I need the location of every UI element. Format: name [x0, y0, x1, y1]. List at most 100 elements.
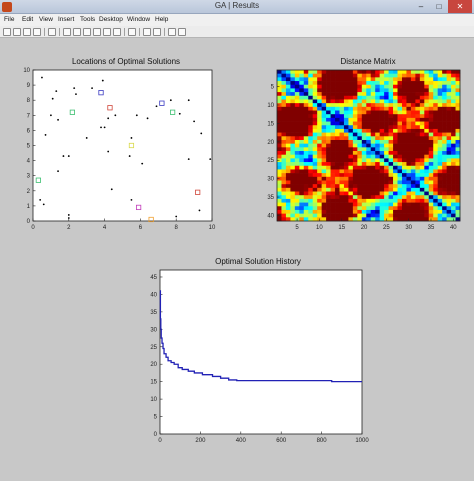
heatmap-cell — [384, 95, 389, 100]
menu-insert[interactable]: Insert — [58, 16, 74, 23]
zoom-in-icon[interactable] — [63, 28, 71, 36]
heatmap-cell — [294, 209, 300, 214]
menu-window[interactable]: Window — [127, 16, 150, 23]
heatmap-cell — [379, 209, 385, 214]
heatmap-cell — [299, 206, 305, 211]
legend-icon[interactable] — [153, 28, 161, 36]
zoom-out-icon[interactable] — [73, 28, 81, 36]
heatmap-cell — [277, 77, 282, 82]
heatmap-cell — [424, 206, 430, 211]
heatmap-cell — [285, 81, 291, 86]
history-x-tick-label: 1000 — [355, 438, 369, 444]
brush-icon[interactable] — [113, 28, 121, 36]
heatmap-cell — [379, 202, 385, 207]
heatmap-cell — [343, 121, 349, 126]
print-icon[interactable] — [33, 28, 41, 36]
heatmap-cell — [375, 209, 380, 214]
history-axes[interactable]: Optimal Solution History 0 200 400 600 800 10… — [150, 257, 369, 444]
save-icon[interactable] — [23, 28, 31, 36]
heatmap-cell — [393, 158, 398, 163]
heatmap-cell — [410, 162, 416, 167]
heatmap-cell — [321, 173, 327, 178]
heatmap-cell — [415, 162, 421, 167]
menu-desktop[interactable]: Desktop — [99, 16, 123, 23]
maximize-button[interactable]: □ — [430, 0, 448, 13]
scatter-point — [200, 132, 203, 135]
menu-file[interactable]: File — [4, 16, 14, 23]
heatmap-cell — [321, 143, 327, 148]
heatmap-cell — [415, 121, 421, 126]
heatmap-cell — [397, 121, 403, 126]
heatmap-cell — [277, 136, 282, 141]
heatmap-cell — [321, 81, 327, 86]
heatmap-cell — [303, 184, 309, 189]
data-cursor-icon[interactable] — [103, 28, 111, 36]
heatmap-cell — [388, 106, 394, 111]
heatmap-cell — [326, 103, 331, 108]
heatmap-cell — [455, 187, 461, 192]
heatmap-cell — [343, 139, 349, 144]
heatmap-cell — [446, 110, 452, 115]
heatmap-cell — [299, 81, 305, 86]
heatmap-cell — [437, 70, 443, 74]
heatmap-cell — [303, 84, 309, 89]
menu-view[interactable]: View — [39, 16, 53, 23]
history-y-tick-label: 0 — [154, 432, 158, 438]
heatmap-cell — [321, 191, 327, 196]
heatmap-cell — [299, 117, 305, 122]
heatmap-cell — [312, 184, 318, 189]
arrow-icon[interactable] — [48, 28, 56, 36]
scatter-axes[interactable]: Locations of Optimal Solutions 0 2 4 6 8 1001… — [23, 57, 216, 231]
minimize-button[interactable]: – — [412, 0, 430, 13]
close-button[interactable]: ✕ — [448, 0, 472, 13]
heatmap-cell — [370, 173, 376, 178]
heatmap-cell — [388, 184, 394, 189]
hide-plot-tools-icon[interactable] — [168, 28, 176, 36]
heatmap-cell — [379, 84, 385, 89]
heatmap-cell — [370, 110, 376, 115]
menu-edit[interactable]: Edit — [22, 16, 33, 23]
heatmap-axes[interactable]: Distance Matrix 5 10 15 20 25 30 35 40510152025… — [267, 57, 461, 231]
heatmap-cell — [442, 198, 447, 203]
heatmap-cell — [388, 139, 394, 144]
heatmap-cell — [281, 195, 287, 200]
heatmap-cell — [388, 81, 394, 86]
heatmap-cell — [442, 184, 447, 189]
heatmap-cell — [384, 143, 389, 148]
heatmap-cell — [433, 143, 438, 148]
heatmap-cell — [442, 173, 447, 178]
heatmap-cell — [326, 151, 331, 156]
heatmap-cell — [437, 180, 443, 185]
heatmap-cell — [312, 151, 318, 156]
menu-help[interactable]: Help — [155, 16, 168, 23]
heatmap-cell — [410, 70, 416, 74]
toolbar — [0, 26, 474, 38]
heatmap-cell — [410, 154, 416, 159]
scatter-y-tick-label: 10 — [23, 68, 30, 74]
heatmap-cell — [406, 187, 412, 192]
colorbar-icon[interactable] — [143, 28, 151, 36]
heatmap-cell — [375, 88, 380, 93]
heatmap-cell — [415, 206, 421, 211]
heatmap-cell — [401, 81, 407, 86]
open-folder-icon[interactable] — [13, 28, 21, 36]
heatmap-cell — [401, 125, 407, 130]
pan-icon[interactable] — [83, 28, 91, 36]
heatmap-cell — [299, 209, 305, 214]
heatmap-cell — [424, 187, 430, 192]
menu-tools[interactable]: Tools — [80, 16, 95, 23]
heatmap-cell — [455, 180, 461, 185]
heatmap-cell — [366, 128, 372, 133]
new-file-icon[interactable] — [3, 28, 11, 36]
link-icon[interactable] — [128, 28, 136, 36]
show-plot-tools-icon[interactable] — [178, 28, 186, 36]
heatmap-cell — [317, 154, 322, 159]
heatmap-cell — [361, 169, 367, 174]
heatmap-cell — [321, 73, 327, 78]
heatmap-cell — [437, 202, 443, 207]
heatmap-cell — [384, 132, 389, 137]
heatmap-cell — [424, 176, 430, 181]
heatmap-cell — [366, 99, 372, 104]
heatmap-cell — [446, 99, 452, 104]
rotate-icon[interactable] — [93, 28, 101, 36]
